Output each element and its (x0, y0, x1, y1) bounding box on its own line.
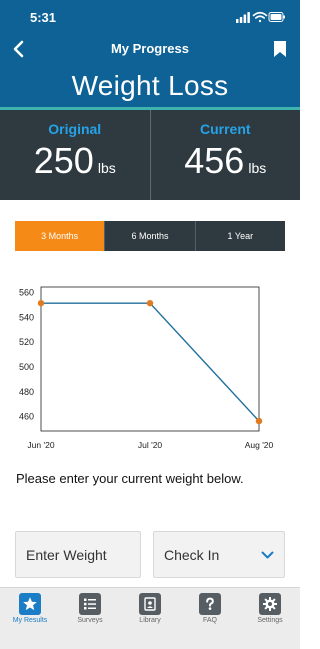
wifi-icon (252, 11, 268, 23)
status-time: 5:31 (30, 10, 57, 25)
original-value: 250 lbs (0, 140, 150, 182)
original-weight-stat: Original 250 lbs (0, 110, 150, 200)
tab-label: My Results (12, 617, 48, 624)
current-number: 456 (184, 140, 245, 181)
plot-frame (40, 286, 260, 432)
status-icons (236, 11, 285, 23)
page-header: Weight Loss (0, 64, 300, 110)
x-tick-label: Jul '20 (138, 440, 163, 450)
data-point (255, 417, 263, 425)
library-icon (139, 593, 161, 615)
tab-6-months[interactable]: 6 Months (104, 221, 195, 251)
time-range-tabs: 3 Months 6 Months 1 Year (15, 221, 285, 251)
data-point (146, 299, 154, 307)
list-icon (79, 593, 101, 615)
check-in-label: Check In (164, 547, 220, 563)
data-point (37, 299, 45, 307)
original-number: 250 (33, 140, 94, 181)
current-value: 456 lbs (151, 140, 301, 182)
tab-faq[interactable]: FAQ (180, 588, 240, 649)
y-tick-label: 500 (19, 362, 34, 372)
x-tick-label: Jun '20 (27, 440, 54, 450)
weight-input[interactable] (15, 531, 141, 578)
y-tick-label: 520 (19, 337, 34, 347)
y-tick-label: 560 (19, 287, 34, 297)
signal-icon (236, 12, 250, 23)
original-label: Original (48, 121, 102, 137)
current-weight-stat: Current 456 lbs (149, 110, 301, 200)
current-unit: lbs (248, 160, 267, 176)
tab-label: FAQ (202, 617, 217, 624)
weight-stats-panel: Original 250 lbs Current 456 lbs (0, 110, 300, 200)
tab-label: Settings (257, 617, 283, 624)
tab-3-months[interactable]: 3 Months (15, 221, 105, 251)
bottom-tab-bar: My Results Surveys Library FAQ Settings (0, 587, 300, 649)
page-title: Weight Loss (71, 70, 229, 101)
bookmark-icon[interactable] (273, 40, 287, 58)
y-tick-label: 540 (19, 312, 34, 322)
tab-settings[interactable]: Settings (240, 588, 300, 649)
y-tick-label: 480 (19, 387, 34, 397)
tab-surveys[interactable]: Surveys (60, 588, 120, 649)
tab-1-year[interactable]: 1 Year (194, 221, 285, 251)
battery-icon (268, 12, 285, 22)
question-icon (199, 593, 221, 615)
tab-library[interactable]: Library (120, 588, 180, 649)
current-label: Current (199, 121, 251, 137)
star-icon (19, 593, 41, 615)
original-unit: lbs (97, 160, 116, 176)
tab-label: Library (139, 617, 161, 624)
x-tick-label: Aug '20 (245, 440, 274, 450)
tab-label: Surveys (77, 617, 103, 624)
status-bar: 5:31 (0, 0, 300, 36)
weight-prompt: Please enter your current weight below. (16, 471, 244, 486)
gear-icon (259, 593, 281, 615)
y-tick-label: 460 (19, 412, 34, 422)
series-line (41, 302, 260, 422)
nav-title: My Progress (110, 41, 190, 56)
weight-chart: 460 480 500 520 540 560 Jun '20 Jul '20 Aug '20 (19, 286, 274, 450)
check-in-select[interactable]: Check In (153, 531, 285, 578)
tab-my-results[interactable]: My Results (0, 588, 60, 649)
nav-bar: My Progress (0, 36, 300, 64)
chevron-down-icon (261, 551, 274, 559)
